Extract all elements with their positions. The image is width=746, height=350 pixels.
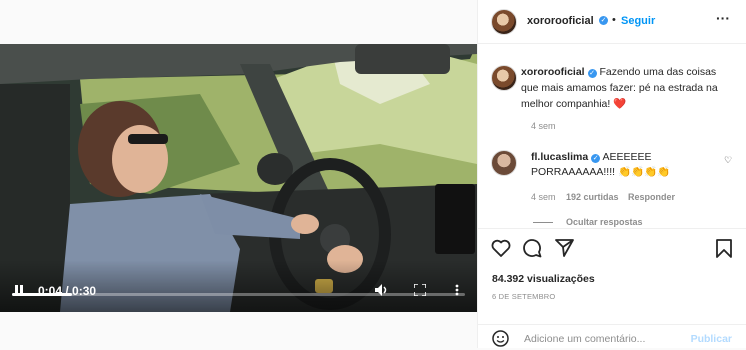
hide-replies-button[interactable]: Ocultar respostas [566, 217, 643, 227]
comment-likes[interactable]: 192 curtidas [566, 192, 619, 202]
heart-icon[interactable] [491, 239, 511, 257]
like-comment-icon[interactable]: ♡ [724, 155, 732, 166]
caption-time[interactable]: 4 sem [531, 121, 556, 131]
comment: fl.lucaslima ✓ AEEEEEE PORRAAAAAA!!!! 👏👏… [531, 150, 701, 180]
post-header: xororooficial ✓ • Seguir ··· [478, 0, 746, 44]
reply-button[interactable]: Responder [628, 192, 675, 202]
separator-dot: • [612, 14, 616, 26]
replies-divider [533, 222, 553, 223]
caption-avatar[interactable] [491, 65, 517, 91]
bookmark-icon[interactable] [716, 239, 732, 258]
follow-button[interactable]: Seguir [621, 15, 655, 27]
view-count[interactable]: 84.392 visualizações [492, 273, 595, 285]
verified-badge-icon: ✓ [599, 16, 608, 25]
comment-icon[interactable] [523, 239, 542, 258]
post-caption: xororooficial ✓ Fazendo uma das coisas q… [521, 64, 726, 112]
more-options-icon[interactable]: ··· [716, 10, 730, 26]
comment-username[interactable]: fl.lucaslima [531, 151, 588, 163]
progress-bar[interactable] [12, 293, 465, 296]
author-avatar[interactable] [491, 9, 517, 35]
comment-input[interactable] [524, 333, 684, 345]
add-comment-bar: Publicar [478, 324, 746, 350]
publish-button[interactable]: Publicar [691, 333, 732, 345]
caption-username[interactable]: xororooficial [521, 66, 585, 78]
video-player[interactable]: 0:04 / 0:30 [0, 44, 477, 312]
commenter-avatar[interactable] [491, 150, 517, 176]
post-modal: 0:04 / 0:30 xororooficial ✓ • Seguir ···… [0, 0, 746, 348]
comment-time[interactable]: 4 sem [531, 192, 556, 202]
post-actions: 84.392 visualizações 6 DE SETEMBRO Publi… [478, 228, 746, 347]
emoji-icon[interactable] [492, 330, 509, 347]
author-username[interactable]: xororooficial [527, 15, 594, 27]
post-date[interactable]: 6 DE SETEMBRO [492, 292, 555, 301]
post-panel: xororooficial ✓ • Seguir ··· xororoofici… [477, 0, 746, 348]
verified-badge-icon: ✓ [591, 154, 601, 163]
share-icon[interactable] [555, 239, 574, 257]
video-controls: 0:04 / 0:30 [0, 260, 477, 312]
progress-fill [12, 293, 73, 296]
verified-badge-icon: ✓ [587, 69, 597, 78]
